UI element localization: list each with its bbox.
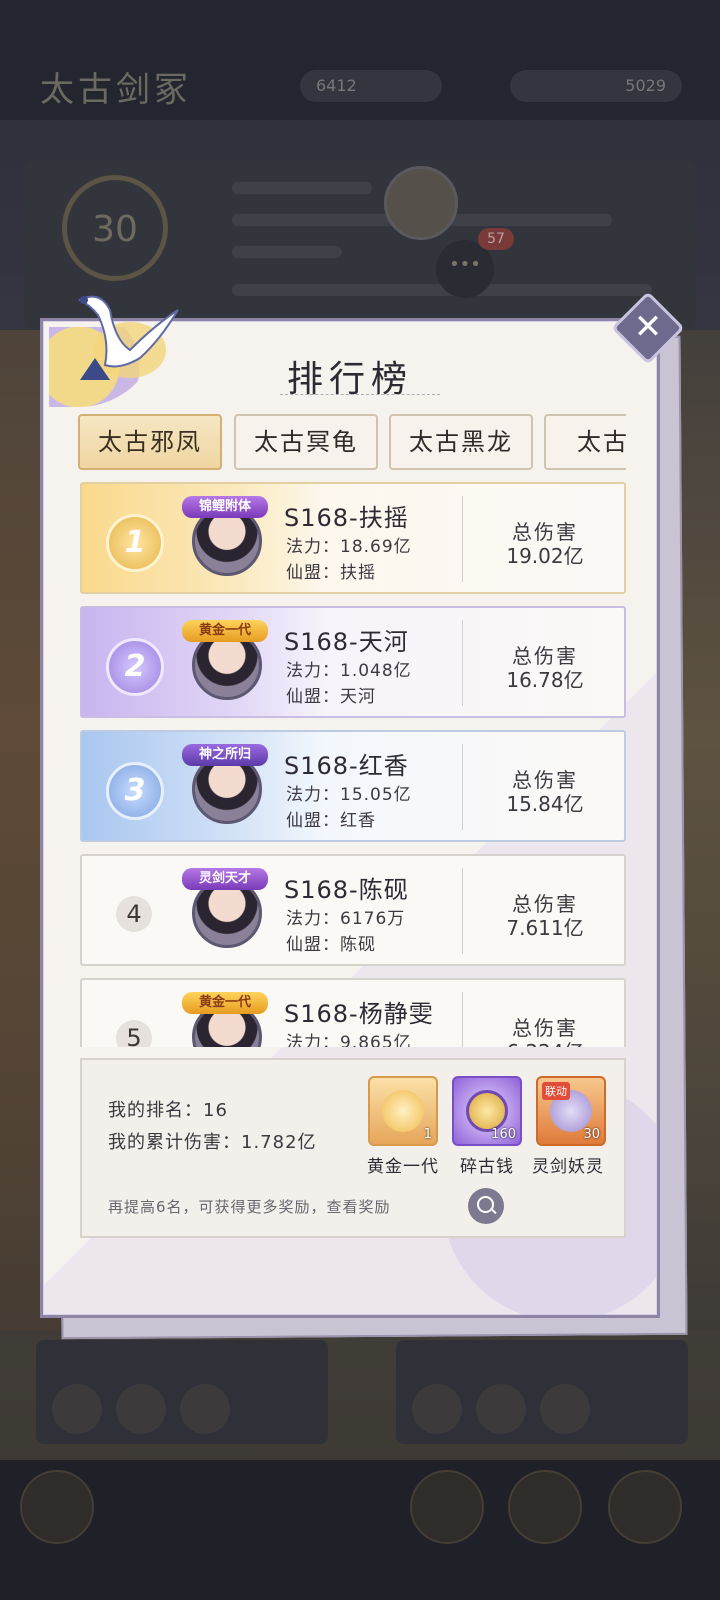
- title-ornament: [280, 394, 440, 399]
- background-text-line: [232, 246, 342, 258]
- player-name: S168-红香: [284, 752, 409, 780]
- rank-medal-purple-icon: 2: [106, 638, 164, 696]
- reward-count: 160: [491, 1127, 516, 1142]
- reward-count: 1: [423, 1127, 432, 1142]
- ranking-row[interactable]: 2 黄金一代 S168-天河 法力：1.048亿 仙盟：天河 总伤害 16.78…: [80, 606, 626, 718]
- tab-2[interactable]: 太古冥龟: [234, 414, 378, 470]
- rank-medal-gold-icon: 1: [106, 514, 164, 572]
- background-item-icon: [52, 1384, 102, 1434]
- rank-number: 5: [116, 1020, 152, 1047]
- player-guild: 仙盟：陈砚: [286, 935, 376, 955]
- background-item-icon: [180, 1384, 230, 1434]
- player-power: 法力：9.865亿: [286, 1033, 412, 1047]
- coin-icon: [466, 1090, 508, 1132]
- damage-value: 6.224亿: [462, 1036, 626, 1047]
- my-rank: 我的排名：16: [108, 1100, 228, 1121]
- ranking-row[interactable]: 5 黄金一代 S168-杨静雯 法力：9.865亿 总伤害 6.224亿: [80, 978, 626, 1047]
- background-menu-button: [410, 1470, 484, 1544]
- player-guild: 仙盟：天河: [286, 687, 376, 707]
- close-icon: ✕: [633, 307, 663, 347]
- background-menu-button: [608, 1470, 682, 1544]
- player-power: 法力：6176万: [286, 909, 406, 929]
- player-power: 法力：15.05亿: [286, 785, 412, 805]
- tab-1[interactable]: 太古邪凤: [78, 414, 222, 470]
- player-name: S168-陈砚: [284, 876, 409, 904]
- ranking-row[interactable]: 3 神之所归 S168-红香 法力：15.05亿 仙盟：红香 总伤害 15.84…: [80, 730, 626, 842]
- background-item-icon: [540, 1384, 590, 1434]
- damage-value: 15.84亿: [506, 792, 584, 816]
- damage-value: 16.78亿: [506, 668, 584, 692]
- player-guild: 仙盟：红香: [286, 811, 376, 831]
- ranking-row[interactable]: 4 灵剑天才 S168-陈砚 法力：6176万 仙盟：陈砚 总伤害 7.611亿: [80, 854, 626, 966]
- player-title-badge: 黄金一代: [182, 992, 268, 1014]
- collab-tag: 联动: [542, 1082, 570, 1100]
- background-item-icon: [476, 1384, 526, 1434]
- tab-3[interactable]: 太古黑龙: [389, 414, 533, 470]
- background-item-icon: [116, 1384, 166, 1434]
- back-arrow-icon: [20, 1470, 94, 1544]
- player-guild: 仙盟：扶摇: [286, 563, 376, 583]
- reward-name: 灵剑妖灵: [532, 1157, 604, 1177]
- player-name: S168-天河: [284, 628, 409, 656]
- reward-count: 30: [583, 1127, 600, 1142]
- my-damage: 我的累计伤害：1.782亿: [108, 1132, 317, 1153]
- resource-2: 5029: [510, 70, 682, 102]
- player-title-badge: 黄金一代: [182, 620, 268, 642]
- player-name: S168-杨静雯: [284, 1000, 434, 1028]
- reward-item-coin[interactable]: 160: [452, 1076, 522, 1146]
- resource-1: 6412: [300, 70, 442, 102]
- rank-number: 4: [116, 896, 152, 932]
- title-badge-icon: [382, 1090, 424, 1132]
- reward-item-spirit[interactable]: 联动 30: [536, 1076, 606, 1146]
- damage-value: 19.02亿: [506, 544, 584, 568]
- player-title-badge: 神之所归: [182, 744, 268, 766]
- view-rewards-search-icon[interactable]: [468, 1188, 504, 1224]
- player-title-badge: 灵剑天才: [182, 868, 268, 890]
- reward-name: 碎古钱: [460, 1157, 514, 1177]
- background-bottom-bar: [0, 1460, 720, 1600]
- damage-value: 7.611亿: [506, 916, 584, 940]
- my-ranking-panel: 我的排名：16 我的累计伤害：1.782亿 1 黄金一代 160 碎古钱 联动 …: [80, 1058, 626, 1238]
- background-avatar: [384, 166, 458, 240]
- background-item-icon: [412, 1384, 462, 1434]
- chat-badge: 57: [478, 228, 514, 250]
- player-title-badge: 锦鲤附体: [182, 496, 268, 518]
- tab-4[interactable]: 太古剑: [544, 414, 626, 470]
- ranking-list[interactable]: 1 锦鲤附体 S168-扶摇 法力：18.69亿 仙盟：扶摇 总伤害 19.02…: [80, 482, 626, 1047]
- ranking-row[interactable]: 1 锦鲤附体 S168-扶摇 法力：18.69亿 仙盟：扶摇 总伤害 19.02…: [80, 482, 626, 594]
- player-power: 法力：1.048亿: [286, 661, 412, 681]
- background-menu-button: [508, 1470, 582, 1544]
- reward-name: 黄金一代: [367, 1157, 439, 1177]
- background-text-line: [232, 182, 372, 194]
- reward-hint: 再提高6名，可获得更多奖励，查看奖励: [108, 1198, 391, 1216]
- rank-medal-blue-icon: 3: [106, 762, 164, 820]
- background-title: 太古剑冢: [40, 70, 192, 110]
- player-name: S168-扶摇: [284, 504, 409, 532]
- boss-tabs: 太古邪凤 太古冥龟 太古黑龙 太古剑: [78, 414, 626, 470]
- player-power: 法力：18.69亿: [286, 537, 412, 557]
- level-ring: 30: [62, 175, 168, 281]
- reward-item-gold-title[interactable]: 1: [368, 1076, 438, 1146]
